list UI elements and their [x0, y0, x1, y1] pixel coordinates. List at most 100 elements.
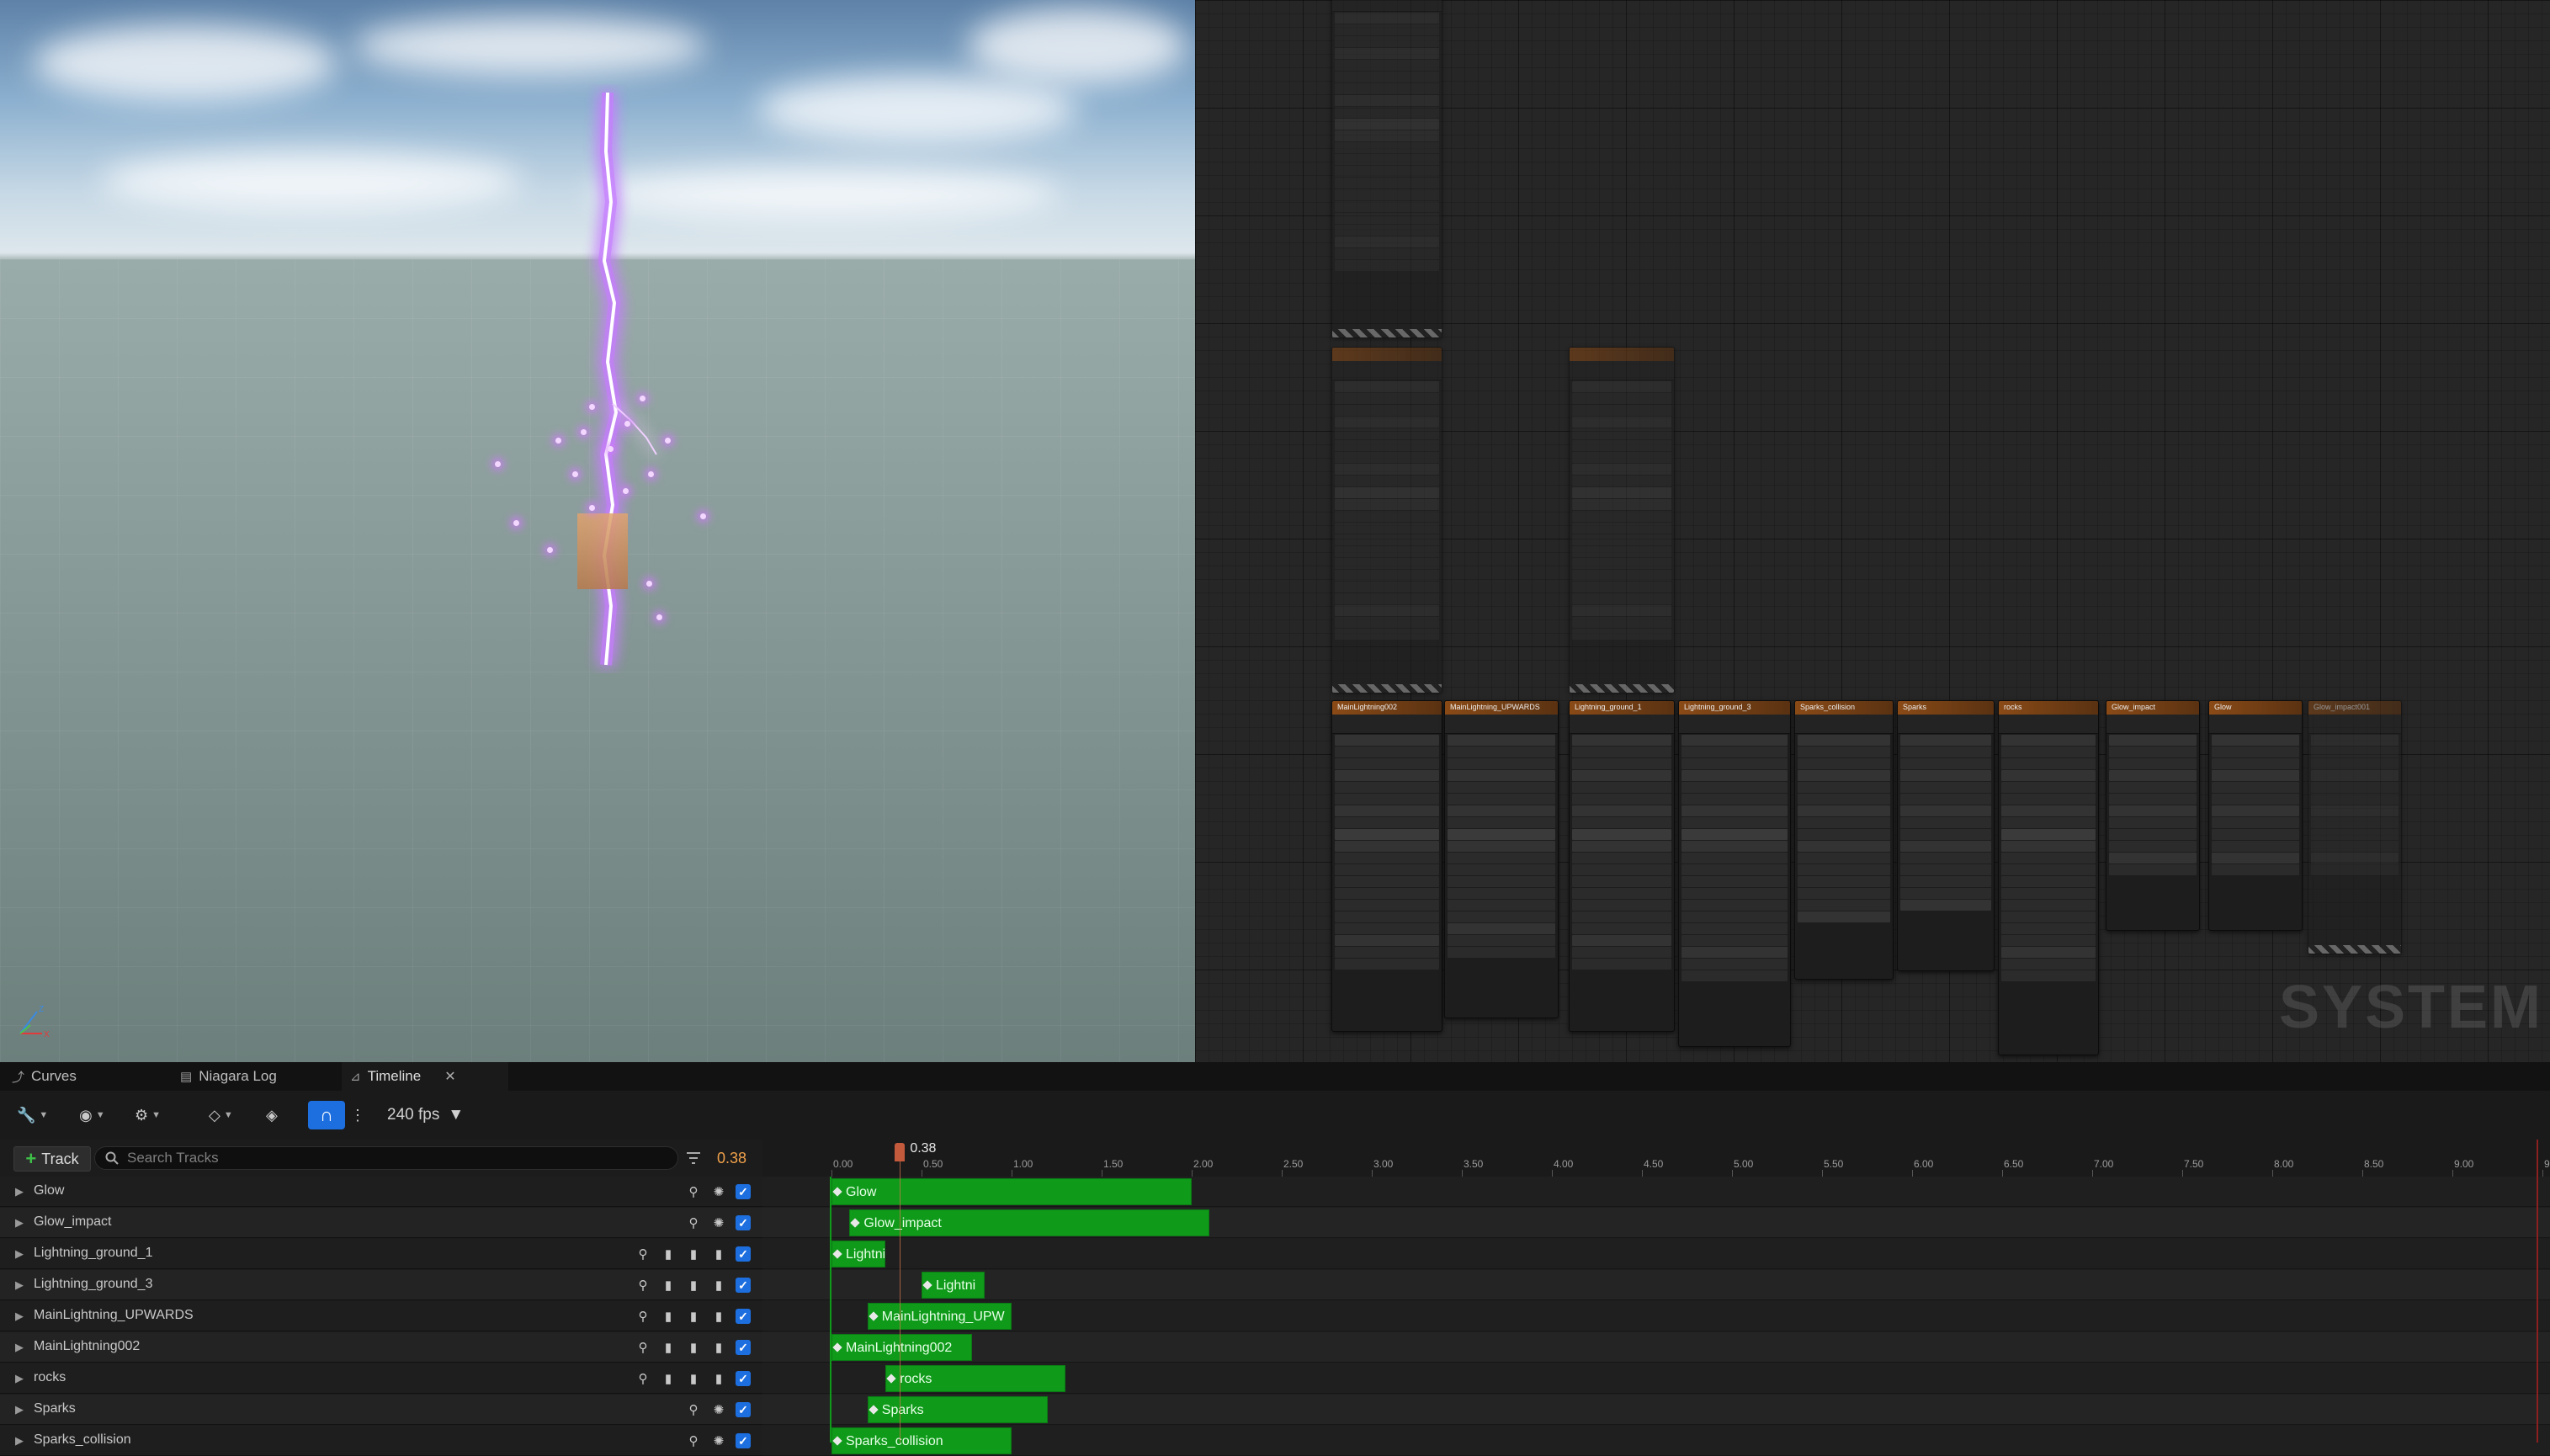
- enable-checkbox[interactable]: ✓: [736, 1215, 751, 1230]
- keyframe-diamond-icon[interactable]: [922, 1280, 932, 1290]
- auto-key-button[interactable]: ◈: [266, 1101, 278, 1129]
- mesh-icon[interactable]: ▮: [685, 1246, 702, 1262]
- track-row[interactable]: ▶ Sparks ⚲ ✺ ✓: [0, 1395, 762, 1425]
- keyframe-diamond-icon[interactable]: [886, 1374, 896, 1384]
- track-row[interactable]: ▶ Glow_impact ⚲ ✺ ✓: [0, 1208, 762, 1238]
- expand-arrow-icon[interactable]: ▶: [15, 1341, 24, 1354]
- track-row[interactable]: ▶ Lightning_ground_1 ⚲ ▮ ▮ ▮ ✓: [0, 1239, 762, 1269]
- pin-icon[interactable]: ⚲: [685, 1214, 702, 1231]
- light-icon[interactable]: ✺: [710, 1214, 727, 1231]
- tab-niagara-log[interactable]: ▤ Niagara Log: [172, 1062, 285, 1091]
- playback-options-dropdown[interactable]: ⚙ ▼: [135, 1101, 161, 1129]
- timeline-area[interactable]: 0.00 0.50 1.00 1.50 2.00 2.50 3.00 3.50 4.00 4.50…: [762, 1140, 2550, 1456]
- enable-checkbox[interactable]: ✓: [736, 1184, 751, 1199]
- emitter-node-lightning-ground-1[interactable]: Lightning_ground_1: [1569, 700, 1675, 1032]
- mesh-icon[interactable]: ▮: [660, 1370, 677, 1387]
- tab-timeline[interactable]: ⊿ Timeline ✕: [342, 1062, 508, 1091]
- expand-arrow-icon[interactable]: ▶: [15, 1434, 24, 1448]
- enable-checkbox[interactable]: ✓: [736, 1246, 751, 1262]
- expand-arrow-icon[interactable]: ▶: [15, 1403, 24, 1416]
- enable-checkbox[interactable]: ✓: [736, 1309, 751, 1324]
- playback-start-marker[interactable]: [830, 1177, 831, 1443]
- light-icon[interactable]: ✺: [710, 1432, 727, 1449]
- time-ruler[interactable]: 0.00 0.50 1.00 1.50 2.00 2.50 3.00 3.50 4.00 4.50…: [762, 1140, 2550, 1177]
- emitter-node[interactable]: [1569, 347, 1675, 693]
- emitter-section-bar[interactable]: Glow: [831, 1178, 1192, 1205]
- emitter-section-bar[interactable]: Sparks: [867, 1396, 1048, 1423]
- expand-arrow-icon[interactable]: ▶: [15, 1372, 24, 1385]
- tab-curves[interactable]: ⤴ Curves: [3, 1062, 85, 1091]
- mesh-icon[interactable]: ▮: [685, 1308, 702, 1325]
- framerate-dropdown[interactable]: 240 fps ▼: [387, 1101, 464, 1129]
- emitter-node-sparks[interactable]: Sparks: [1897, 700, 1995, 971]
- expand-arrow-icon[interactable]: ▶: [15, 1185, 24, 1198]
- emitter-node-rocks[interactable]: rocks: [1998, 700, 2099, 1055]
- track-row[interactable]: ▶ Glow ⚲ ✺ ✓: [0, 1177, 762, 1207]
- system-overview-graph[interactable]: MainLightning002 MainLightning_UPWARDS L…: [1195, 0, 2550, 1062]
- keyframe-diamond-icon[interactable]: [832, 1342, 842, 1352]
- emitter-node-lightning-ground-3[interactable]: Lightning_ground_3: [1678, 700, 1791, 1047]
- mesh-icon[interactable]: ▮: [710, 1339, 727, 1356]
- keyframe-diamond-icon[interactable]: [869, 1405, 879, 1415]
- emitter-node-glow-impact[interactable]: Glow_impact: [2106, 700, 2200, 931]
- track-row[interactable]: ▶ MainLightning002 ⚲ ▮ ▮ ▮ ✓: [0, 1332, 762, 1363]
- mesh-icon[interactable]: ▮: [685, 1370, 702, 1387]
- pin-icon[interactable]: ⚲: [635, 1308, 651, 1325]
- enable-checkbox[interactable]: ✓: [736, 1402, 751, 1417]
- add-track-button[interactable]: + Track: [13, 1146, 91, 1172]
- mesh-icon[interactable]: ▮: [660, 1246, 677, 1262]
- track-row[interactable]: ▶ Sparks_collision ⚲ ✺ ✓: [0, 1426, 762, 1456]
- keyframe-diamond-icon[interactable]: [869, 1311, 879, 1321]
- keyframe-diamond-icon[interactable]: [832, 1187, 842, 1197]
- light-icon[interactable]: ✺: [710, 1401, 727, 1418]
- enable-checkbox[interactable]: ✓: [736, 1371, 751, 1386]
- filter-icon[interactable]: [683, 1148, 704, 1168]
- emitter-section-bar[interactable]: Sparks_collision: [831, 1427, 1012, 1454]
- playhead-handle[interactable]: [895, 1143, 906, 1161]
- edit-tool-dropdown[interactable]: 🔧 ▼: [17, 1101, 48, 1129]
- enable-checkbox[interactable]: ✓: [736, 1340, 751, 1355]
- pin-icon[interactable]: ⚲: [635, 1370, 651, 1387]
- mesh-icon[interactable]: ▮: [685, 1277, 702, 1294]
- mesh-icon[interactable]: ▮: [710, 1246, 727, 1262]
- pin-icon[interactable]: ⚲: [685, 1401, 702, 1418]
- track-row[interactable]: ▶ Lightning_ground_3 ⚲ ▮ ▮ ▮ ✓: [0, 1270, 762, 1300]
- expand-arrow-icon[interactable]: ▶: [15, 1278, 24, 1292]
- emitter-section-bar[interactable]: rocks: [885, 1365, 1066, 1392]
- track-row[interactable]: ▶ rocks ⚲ ▮ ▮ ▮ ✓: [0, 1363, 762, 1394]
- playback-end-marker[interactable]: [2537, 1140, 2538, 1443]
- emitter-node-glow[interactable]: Glow: [2208, 700, 2303, 931]
- pin-icon[interactable]: ⚲: [635, 1277, 651, 1294]
- keyframe-diamond-icon[interactable]: [850, 1218, 861, 1228]
- keyframe-diamond-icon[interactable]: [832, 1249, 842, 1259]
- track-search-box[interactable]: [94, 1146, 678, 1170]
- view-options-dropdown[interactable]: ◉ ▼: [79, 1101, 105, 1129]
- snap-toggle[interactable]: ∩: [308, 1101, 345, 1129]
- emitter-section-bar[interactable]: MainLightning002: [831, 1334, 972, 1361]
- expand-arrow-icon[interactable]: ▶: [15, 1310, 24, 1323]
- enable-checkbox[interactable]: ✓: [736, 1278, 751, 1293]
- track-row[interactable]: ▶ MainLightning_UPWARDS ⚲ ▮ ▮ ▮ ✓: [0, 1301, 762, 1331]
- mesh-icon[interactable]: ▮: [710, 1277, 727, 1294]
- snap-options-button[interactable]: ⋮: [350, 1101, 365, 1129]
- mesh-icon[interactable]: ▮: [710, 1308, 727, 1325]
- emitter-section-bar[interactable]: Lightni: [831, 1241, 886, 1267]
- emitter-section-bar[interactable]: MainLightning_UPW: [867, 1303, 1012, 1330]
- light-icon[interactable]: ✺: [710, 1183, 727, 1200]
- pin-icon[interactable]: ⚲: [635, 1246, 651, 1262]
- mesh-icon[interactable]: ▮: [710, 1370, 727, 1387]
- emitter-node-mainlightning002[interactable]: MainLightning002: [1331, 700, 1442, 1032]
- mesh-icon[interactable]: ▮: [660, 1339, 677, 1356]
- close-icon[interactable]: ✕: [444, 1068, 455, 1085]
- emitter-node[interactable]: [1331, 0, 1442, 338]
- emitter-node-mainlightning-upwards[interactable]: MainLightning_UPWARDS: [1444, 700, 1559, 1018]
- emitter-section-bar[interactable]: Lightni: [922, 1272, 985, 1299]
- expand-arrow-icon[interactable]: ▶: [15, 1216, 24, 1230]
- emitter-node[interactable]: [1331, 347, 1442, 693]
- pin-icon[interactable]: ⚲: [685, 1183, 702, 1200]
- emitter-node-disabled[interactable]: Glow_impact001: [2308, 700, 2402, 954]
- mesh-icon[interactable]: ▮: [685, 1339, 702, 1356]
- expand-arrow-icon[interactable]: ▶: [15, 1247, 24, 1261]
- mesh-icon[interactable]: ▮: [660, 1308, 677, 1325]
- mesh-icon[interactable]: ▮: [660, 1277, 677, 1294]
